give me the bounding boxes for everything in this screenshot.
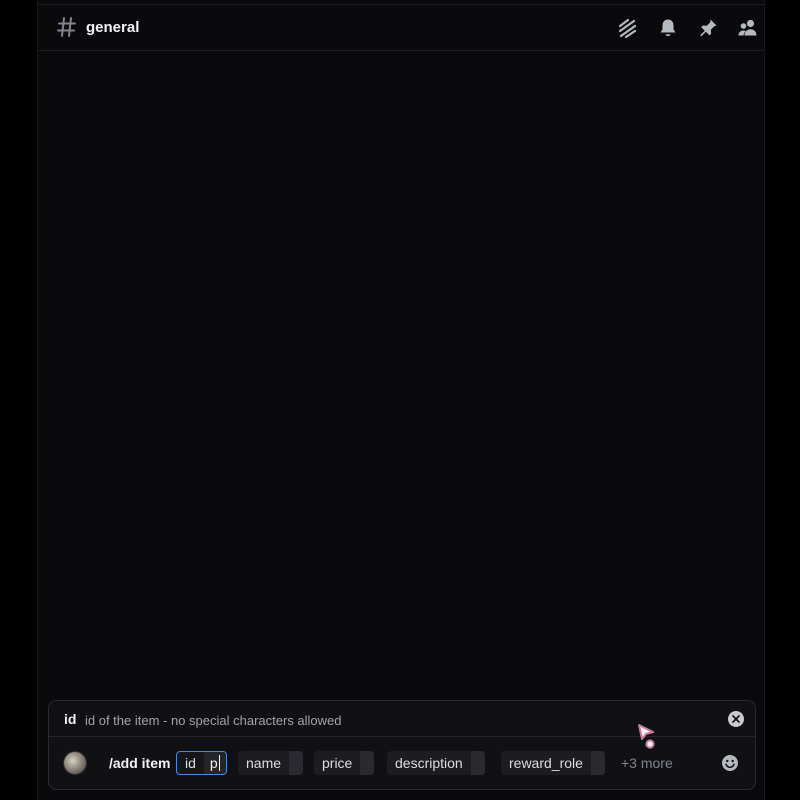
channel-name: general	[86, 19, 140, 36]
option-value-input[interactable]: p	[203, 752, 226, 774]
option-price[interactable]: price	[314, 751, 375, 775]
close-hint-button[interactable]	[728, 711, 744, 727]
bell-icon[interactable]	[657, 17, 679, 39]
option-value-input[interactable]	[360, 751, 375, 775]
option-name[interactable]: name	[238, 751, 304, 775]
more-options-button[interactable]: +3 more	[621, 755, 673, 771]
channel-header: general	[38, 4, 764, 51]
message-list[interactable]	[38, 52, 764, 700]
option-label: reward_role	[509, 755, 583, 771]
text-caret	[218, 755, 220, 771]
hint-option-name: id	[64, 711, 77, 727]
option-label: name	[246, 755, 282, 771]
command-name: /add item	[109, 755, 171, 771]
option-label: price	[322, 755, 353, 771]
chat-window: general id id of the item - no special c…	[37, 0, 765, 800]
emoji-button[interactable]	[721, 754, 739, 772]
option-label: description	[395, 755, 463, 771]
option-id[interactable]: id p	[176, 751, 227, 775]
hint-option-description: id of the item - no special characters a…	[85, 713, 342, 728]
pin-icon[interactable]	[697, 17, 719, 39]
option-reward-role[interactable]: reward_role	[501, 751, 605, 775]
option-label: id	[185, 755, 196, 771]
hash-icon	[56, 15, 78, 39]
members-icon[interactable]	[737, 17, 759, 39]
option-value-input[interactable]	[590, 751, 605, 775]
smiley-icon	[722, 755, 738, 771]
option-value-input[interactable]	[470, 751, 485, 775]
option-value-text: p	[209, 755, 218, 771]
pointer-cursor-icon	[636, 722, 658, 750]
close-icon	[732, 715, 740, 723]
threads-icon[interactable]	[616, 17, 638, 39]
option-value-input[interactable]	[289, 751, 304, 775]
command-app-avatar	[63, 751, 87, 775]
option-description[interactable]: description	[387, 751, 485, 775]
